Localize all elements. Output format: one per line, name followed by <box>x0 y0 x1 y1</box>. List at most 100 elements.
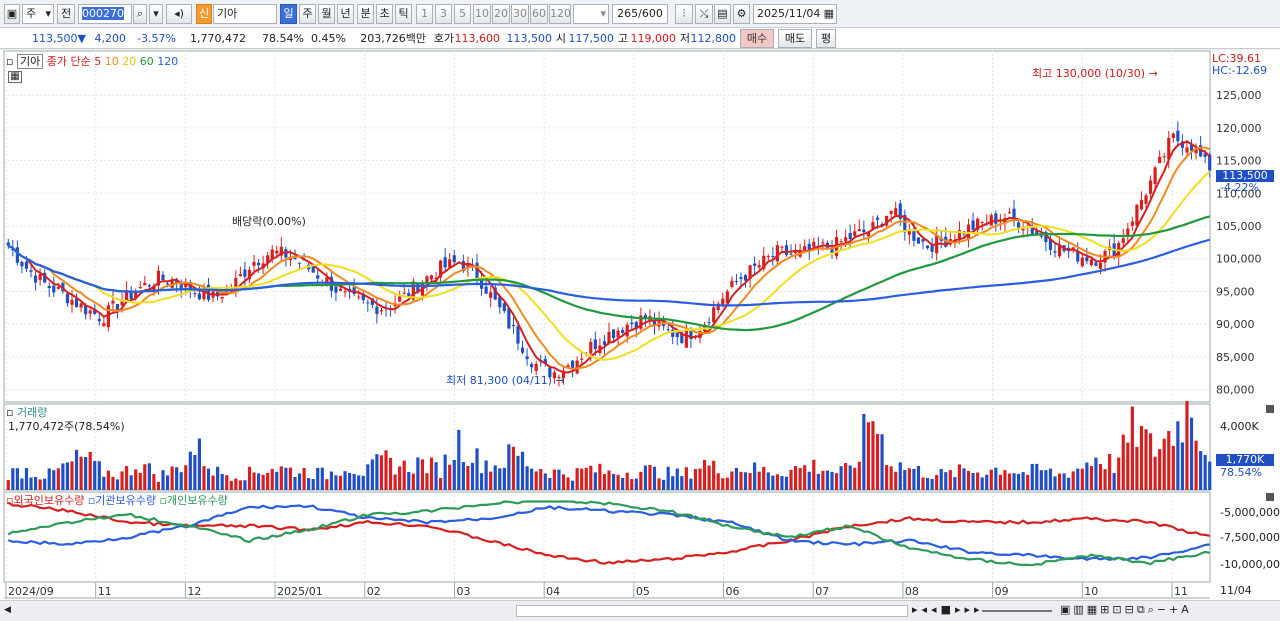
chevron-down-icon: ▾ <box>600 7 606 20</box>
average-button[interactable]: 평 <box>816 29 836 48</box>
volume-bar <box>407 471 411 490</box>
candle-body <box>780 246 784 248</box>
scroll-left-icon[interactable]: ◀ <box>4 605 11 615</box>
minute-60[interactable]: 60 <box>530 4 548 24</box>
candle-body <box>79 303 83 308</box>
period-day[interactable]: 일 <box>280 4 297 24</box>
indicator-icon[interactable]: ⤯ <box>695 4 713 24</box>
volume-bar <box>730 471 734 490</box>
custom-period-input[interactable]: ▾ <box>573 4 609 24</box>
sell-button[interactable]: 매도 <box>778 29 812 48</box>
gear-icon[interactable]: ⚙ <box>733 4 750 24</box>
zoom-slider[interactable] <box>982 610 1052 612</box>
period-second[interactable]: 초 <box>376 4 393 24</box>
volume-y-tick: 4,000K <box>1220 420 1259 433</box>
volume-bar <box>930 478 934 490</box>
volume-bar <box>589 465 593 490</box>
candle-body <box>147 285 151 287</box>
investor-y-tick-2: -7,500,000 <box>1220 531 1280 544</box>
chart-canvas[interactable]: 125,000120,000115,000110,000105,000100,0… <box>0 50 1280 601</box>
low-annotation: 최저 81,300 (04/11) → <box>446 374 565 387</box>
period-year[interactable]: 년 <box>337 4 354 24</box>
period-month[interactable]: 월 <box>318 4 335 24</box>
volume-bar <box>247 466 252 490</box>
volume-bar <box>252 472 256 490</box>
candle-type-icon[interactable]: ⫶ <box>675 4 693 24</box>
buy-button[interactable]: 매수 <box>740 29 774 48</box>
code-input[interactable]: 000270 <box>78 4 132 24</box>
volume-bar <box>643 465 648 490</box>
scroll-bar[interactable]: ◀ ▸◂◂■▸▸▸ ▣▥▦⊞⊡⊟⧉⌕−+A <box>0 600 1280 621</box>
ma-period-10: 10 <box>104 55 119 68</box>
volume-bar <box>93 460 97 490</box>
candle-body <box>684 329 688 348</box>
volume-bar <box>33 477 38 490</box>
volume-bar <box>243 480 247 490</box>
volume-bar <box>630 479 634 490</box>
x-tick-label: 05 <box>636 585 650 598</box>
chart-area[interactable]: 125,000 120,000 115,000 110,000 105,000 100,0… <box>0 50 1280 601</box>
volume-bar <box>789 469 793 490</box>
volume-bar <box>1048 468 1053 490</box>
volume-bar <box>543 473 547 490</box>
high-label: 고 <box>617 32 628 45</box>
minute-30[interactable]: 30 <box>511 4 529 24</box>
period-tick[interactable]: 틱 <box>395 4 412 24</box>
volume-bar <box>602 474 607 490</box>
volume-bar <box>493 465 497 490</box>
dropdown-icon[interactable]: ▾ <box>149 4 163 24</box>
volume-bar <box>175 467 179 490</box>
count-field[interactable]: 265/600 <box>612 4 668 24</box>
ma-period-20: 20 <box>122 55 137 68</box>
candle-body <box>343 291 347 293</box>
pane-close-icon[interactable] <box>1266 493 1274 501</box>
pane-close-icon[interactable] <box>1266 405 1274 413</box>
save-icon[interactable]: ▤ <box>714 4 731 24</box>
view-tools-icons[interactable]: ▣▥▦⊞⊡⊟⧉⌕−+A <box>1060 603 1192 617</box>
investor-y-tick-1: -5,000,000 <box>1220 506 1280 519</box>
scroll-thumb[interactable] <box>516 605 908 617</box>
volume-bar <box>639 471 643 490</box>
minute-120[interactable]: 120 <box>549 4 571 24</box>
volume-bar <box>516 455 520 490</box>
volume-bar <box>143 464 147 490</box>
table-icon[interactable]: ▦ <box>8 71 22 83</box>
code-value: 000270 <box>82 7 124 20</box>
volume-bar <box>980 477 984 490</box>
price-y-tick: 105,000 <box>1216 220 1262 233</box>
minute-20[interactable]: 20 <box>492 4 510 24</box>
period-minute[interactable]: 분 <box>357 4 374 24</box>
volume-bar <box>1153 456 1157 490</box>
volume-bar <box>816 473 820 490</box>
candle-body <box>1121 238 1125 244</box>
search-icon[interactable]: ⌕ <box>133 4 147 24</box>
volume-bar <box>102 476 106 490</box>
volume-bar <box>1130 406 1134 490</box>
volume-bar <box>193 454 197 490</box>
playback-controls[interactable]: ▸◂◂■▸▸▸ <box>912 603 984 616</box>
volume-bar <box>702 459 707 490</box>
minute-3[interactable]: 3 <box>435 4 452 24</box>
volume-bar <box>1194 440 1198 490</box>
volume-bar <box>56 468 60 490</box>
market-select[interactable]: 주 ▾ <box>22 4 54 24</box>
stock-name-field[interactable]: 기아 <box>213 4 277 24</box>
candle-body <box>398 296 402 302</box>
minute-5[interactable]: 5 <box>454 4 471 24</box>
period-week[interactable]: 주 <box>299 4 316 24</box>
x-tick-label: 04 <box>546 585 560 598</box>
change-pct: -3.57% <box>137 32 176 45</box>
prev-button[interactable]: 전 <box>57 4 75 24</box>
minute-10[interactable]: 10 <box>473 4 491 24</box>
credit-badge[interactable]: 신 <box>196 4 212 24</box>
date-field[interactable]: 2025/11/04 ▦ <box>753 4 837 24</box>
volume-bar <box>707 465 711 490</box>
high-price: 119,000 <box>630 32 677 45</box>
window-icon[interactable]: ▣ <box>4 4 20 24</box>
volume-bar <box>693 468 698 490</box>
volume-bar <box>111 476 115 490</box>
volume-bar <box>1108 453 1112 490</box>
volume-bar <box>15 468 19 490</box>
sound-icon[interactable]: ◂) <box>166 4 192 24</box>
minute-1[interactable]: 1 <box>416 4 433 24</box>
